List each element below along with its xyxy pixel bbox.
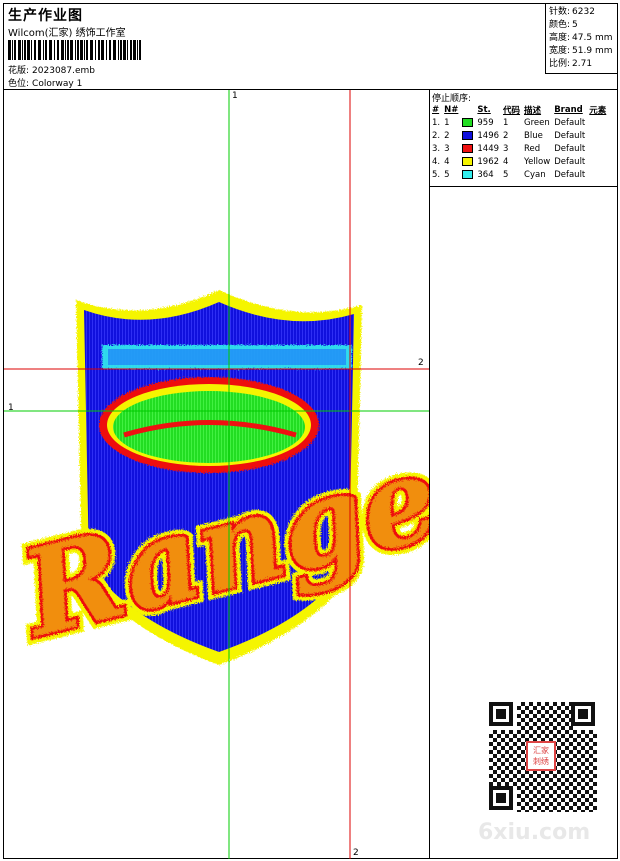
col-num: # [432,105,440,115]
colorway-value: Colorway 1 [32,79,83,89]
row-num: 2. [432,130,441,141]
design-file-row: 花版: 2023087.emb [8,63,95,76]
table-row: 2. 2 1496 2 Blue Default [431,129,609,142]
row-element [588,168,609,181]
color-swatch [462,117,474,127]
row-code: 5 [503,169,509,180]
table-header-row: # N# St. 代码 描述 Brand 元素 [431,104,609,116]
col-st: St. [477,105,491,115]
row-st: 364 [477,169,494,180]
row-element [588,116,609,129]
row-brand: Default [554,130,586,141]
guide-2-bottom-label: 2 [353,848,359,858]
watermark-brand: 6xiu.com [478,820,591,845]
table-row: 4. 4 1962 4 Yellow Default [431,155,609,168]
row-desc: Cyan [524,169,546,180]
qr-finder-bl [489,786,513,810]
table-row: 5. 5 364 5 Cyan Default [431,168,609,181]
row-code: 3 [503,143,509,154]
spec-colors: 颜色: 5 [549,20,578,30]
stop-sequence-table: # N# St. 代码 描述 Brand 元素 1. 1 959 1 Green Defa… [431,104,609,181]
studio-name: Wilcom(汇家) 绣饰工作室 [8,28,126,39]
row-brand: Default [554,156,586,167]
spec-width: 宽度: 51.9 mm [549,46,613,56]
design-specs: 针数: 6232 颜色: 5 高度: 47.5 mm 宽度: 51.9 mm 比例: 2.… [545,4,617,74]
ball-fill [113,391,305,463]
row-n: 5 [444,169,450,180]
production-sheet: 生产作业图 Wilcom(汇家) 绣饰工作室 花版: 2023087.emb 色位… [3,3,618,859]
color-swatch [462,130,474,140]
row-color [461,129,476,142]
row-num: 1. [432,117,441,128]
design-file-value: 2023087.emb [32,66,96,76]
row-desc: Red [524,143,541,154]
header-info: 生产作业图 Wilcom(汇家) 绣饰工作室 花版: 2023087.emb 色位… [4,4,545,90]
colorway-label: 色位: [8,79,30,89]
guide-2-right-label: 2 [418,358,424,368]
guide-1-left-label: 1 [8,403,14,413]
color-swatch [462,143,474,153]
stop-sequence-title: 停止顺序: [432,94,472,104]
row-n: 1 [444,117,450,128]
row-desc: Green [524,117,550,128]
colorway-row: 色位: Colorway 1 [8,76,82,89]
row-num: 3. [432,143,441,154]
spec-stitches: 针数: 6232 [549,7,595,17]
stop-sequence-panel: 停止顺序: # N# St. 代码 描述 Brand 元素 1. 1 959 1 Gre… [430,90,617,859]
qr-code: 汇家 刺绣 [487,700,597,812]
sheet-header: 生产作业图 Wilcom(汇家) 绣饰工作室 花版: 2023087.emb 色位… [4,4,617,90]
barcode [8,40,141,60]
row-color [461,168,476,181]
row-element [588,142,609,155]
design-preview: Rangers Rangers Rangers 1 1 2 2 [4,90,430,859]
row-brand: Default [554,117,586,128]
row-n: 2 [444,130,450,141]
row-st: 1449 [477,143,500,154]
col-n: N# [444,105,459,115]
panel-divider [430,186,617,187]
row-color [461,155,476,168]
spec-ratio: 比例: 2.71 [549,59,593,69]
row-code: 2 [503,130,509,141]
row-color [461,116,476,129]
col-color [461,104,476,116]
svg-text:汇家: 汇家 [533,745,549,755]
sheet-title: 生产作业图 [8,8,83,24]
guide-1-top-label: 1 [232,91,238,101]
col-desc: 描述 [524,106,542,116]
qr-finder-tl [489,702,513,726]
seal-stamp: 汇家 刺绣 [526,741,556,771]
row-desc: Yellow [524,156,551,167]
row-element [588,155,609,168]
row-num: 5. [432,169,441,180]
row-desc: Blue [524,130,543,141]
embroidery-preview: Rangers Rangers Rangers [4,90,429,859]
row-brand: Default [554,169,586,180]
row-code: 1 [503,117,509,128]
color-swatch [462,169,474,179]
spec-height: 高度: 47.5 mm [549,33,613,43]
row-st: 959 [477,117,494,128]
svg-text:刺绣: 刺绣 [533,756,549,766]
table-row: 1. 1 959 1 Green Default [431,116,609,129]
row-color [461,142,476,155]
row-st: 1496 [477,130,500,141]
row-n: 4 [444,156,450,167]
design-file-label: 花版: [8,66,30,76]
shield-banner-text [102,345,352,369]
color-swatch [462,156,474,166]
row-code: 4 [503,156,509,167]
col-code: 代码 [503,106,521,116]
row-st: 1962 [477,156,500,167]
qr-finder-tr [571,702,595,726]
row-num: 4. [432,156,441,167]
row-brand: Default [554,143,586,154]
table-row: 3. 3 1449 3 Red Default [431,142,609,155]
col-brand: Brand [554,105,583,115]
row-n: 3 [444,143,450,154]
row-element [588,129,609,142]
col-element: 元素 [589,106,607,116]
